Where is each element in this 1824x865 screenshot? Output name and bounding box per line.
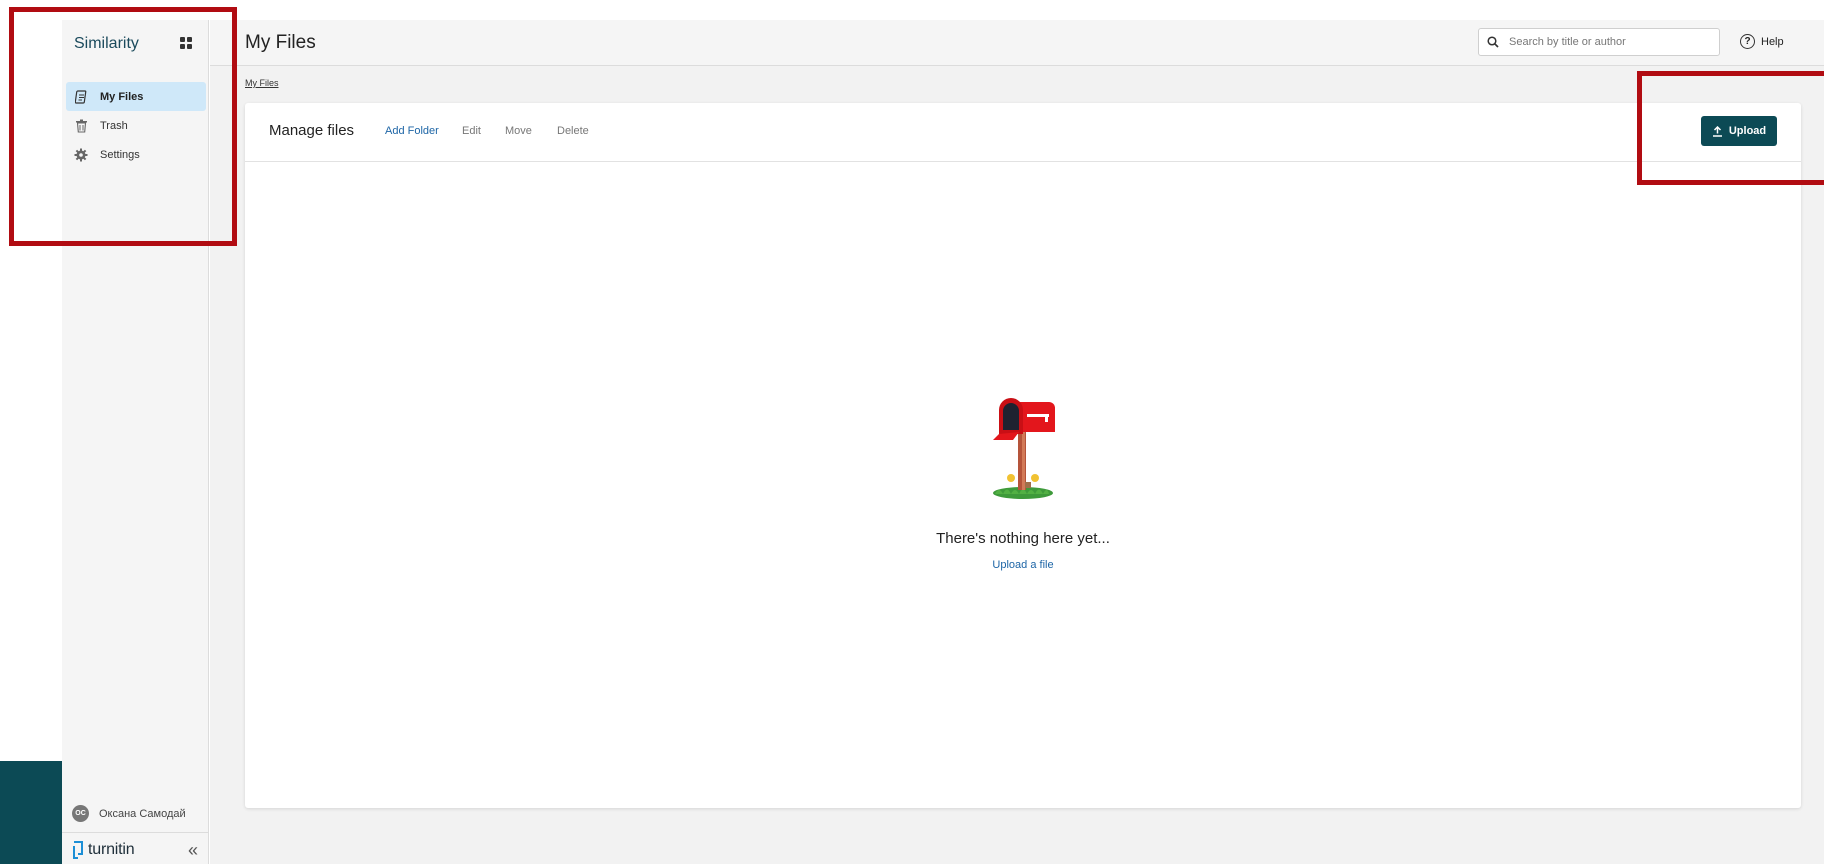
files-toolbar: Manage files Add Folder Edit Move Delete…	[245, 103, 1801, 162]
search-box[interactable]	[1478, 28, 1720, 56]
turnitin-logo: turnitin	[72, 841, 135, 859]
user-profile[interactable]: OC Оксана Самодай	[72, 805, 186, 822]
edit-button[interactable]: Edit	[462, 125, 481, 137]
trash-icon	[74, 119, 88, 133]
grid-icon[interactable]	[180, 37, 192, 49]
logo-text: turnitin	[88, 841, 135, 858]
move-button[interactable]: Move	[505, 125, 532, 137]
upload-icon	[1712, 125, 1722, 137]
question-circle-icon: ?	[1740, 34, 1755, 49]
page-title: My Files	[245, 32, 316, 53]
add-folder-button[interactable]: Add Folder	[385, 125, 439, 137]
sidebar-item-label: Settings	[100, 148, 140, 161]
upload-file-link[interactable]: Upload a file	[245, 559, 1801, 571]
toolbar-title: Manage files	[269, 122, 355, 139]
help-button[interactable]: ? Help	[1740, 34, 1784, 49]
upload-button[interactable]: Upload	[1701, 116, 1777, 146]
sidebar-item-label: Trash	[100, 119, 128, 132]
main-content: My Files Manage files Add Folder Edit Mo…	[210, 66, 1824, 864]
brand-title: Similarity	[74, 35, 139, 52]
document-icon	[74, 89, 88, 104]
turnitin-logo-icon	[73, 841, 83, 859]
files-card: Manage files Add Folder Edit Move Delete…	[245, 103, 1801, 808]
sidebar-footer: turnitin «	[62, 832, 208, 865]
left-accent-block	[0, 761, 62, 864]
sidebar-item-trash[interactable]: Trash	[66, 111, 206, 140]
search-input[interactable]	[1507, 35, 1706, 49]
collapse-sidebar-button[interactable]: «	[188, 840, 198, 861]
sidebar: Similarity My Files Trash Settings OC Ок…	[62, 20, 209, 864]
mailbox-illustration	[993, 398, 1055, 499]
upload-label: Upload	[1728, 125, 1767, 137]
help-label: Help	[1761, 35, 1784, 48]
empty-state-title: There's nothing here yet...	[936, 530, 1110, 547]
breadcrumb[interactable]: My Files	[245, 78, 279, 88]
sidebar-item-label: My Files	[100, 90, 144, 103]
search-icon	[1487, 36, 1499, 48]
left-margin	[0, 0, 62, 864]
sidebar-item-my-files[interactable]: My Files	[66, 82, 206, 111]
header: My Files ? Help	[210, 20, 1824, 66]
gear-icon	[74, 148, 88, 162]
delete-button[interactable]: Delete	[557, 125, 589, 137]
sidebar-item-settings[interactable]: Settings	[66, 140, 206, 169]
avatar: OC	[72, 805, 89, 822]
user-name: Оксана Самодай	[99, 807, 186, 820]
empty-state: There's nothing here yet... Upload a fil…	[245, 398, 1801, 571]
